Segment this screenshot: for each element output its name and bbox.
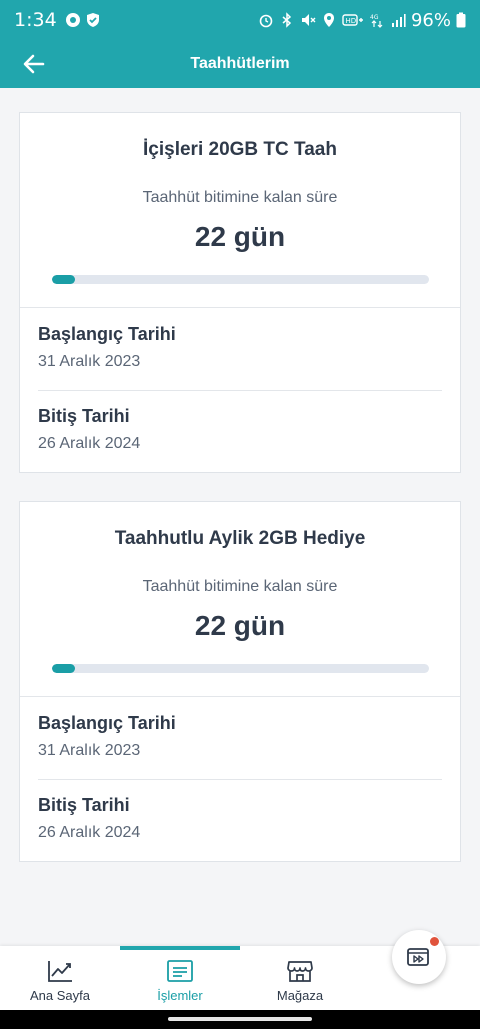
status-time: 1:34 [14, 9, 57, 31]
battery-percent: 96% [410, 9, 451, 31]
store-icon [287, 961, 313, 982]
fast-forward-button[interactable] [392, 930, 446, 984]
start-date-row: Başlangıç Tarihi 31 Aralık 2023 [20, 308, 460, 390]
progress-bar [52, 275, 429, 284]
app-notification-icon [65, 13, 80, 27]
nav-item-ana-sayfa[interactable]: Ana Sayfa [0, 946, 120, 1010]
arrow-left-icon [23, 54, 45, 74]
gesture-bar [0, 1010, 480, 1029]
shield-check-icon [86, 13, 99, 27]
start-date-label: Başlangıç Tarihi [38, 713, 176, 733]
progress-fill [52, 664, 75, 673]
remaining-label: Taahhüt bitimine kalan süre [142, 189, 338, 206]
4g-data-icon: 4G [370, 14, 383, 28]
battery-icon [456, 12, 466, 28]
start-date-value: 31 Aralık 2023 [38, 353, 141, 370]
signal-icon [391, 14, 406, 27]
fast-forward-icon [407, 948, 429, 966]
nav-label: Ana Sayfa [30, 988, 90, 1003]
remaining-label: Taahhüt bitimine kalan süre [142, 578, 338, 595]
end-date-row: Bitiş Tarihi 26 Aralık 2024 [20, 779, 460, 861]
svg-text:4G: 4G [370, 14, 379, 21]
end-date-label: Bitiş Tarihi [38, 795, 130, 815]
commitment-title: İçişleri 20GB TC Taah [143, 139, 337, 160]
nav-label: Mağaza [276, 988, 324, 1003]
fab-container [380, 926, 480, 986]
remaining-days: 22 gün [194, 221, 286, 252]
app-bar: Taahhütlerim [0, 40, 480, 88]
home-indicator[interactable] [168, 1017, 312, 1021]
alarm-icon [259, 14, 273, 28]
nav-item-magaza[interactable]: Mağaza [240, 946, 360, 1010]
start-date-row: Başlangıç Tarihi 31 Aralık 2023 [20, 697, 460, 779]
status-bar: 1:34 HD 4G 96% [0, 0, 480, 40]
nav-label: İşlemler [157, 988, 203, 1003]
end-date-value: 26 Aralık 2024 [38, 824, 141, 841]
location-icon [323, 13, 334, 27]
page-title: Taahhütlerim [190, 55, 290, 72]
svg-text:HD: HD [345, 17, 356, 25]
list-card-icon [167, 960, 193, 982]
start-date-label: Başlangıç Tarihi [38, 324, 176, 344]
chart-line-icon [48, 961, 72, 982]
end-date-value: 26 Aralık 2024 [38, 435, 141, 452]
commitment-title: Taahhutlu Aylik 2GB Hediye [114, 528, 366, 549]
back-button[interactable] [18, 48, 50, 80]
commitment-card: Taahhutlu Aylik 2GB Hediye Taahhüt bitim… [19, 501, 461, 862]
progress-fill [52, 275, 75, 284]
end-date-label: Bitiş Tarihi [38, 406, 130, 426]
bluetooth-icon [282, 12, 292, 28]
commitment-card: İçişleri 20GB TC Taah Taahhüt bitimine k… [19, 112, 461, 473]
mute-icon [301, 14, 316, 26]
start-date-value: 31 Aralık 2023 [38, 742, 141, 759]
remaining-days: 22 gün [194, 610, 286, 641]
progress-bar [52, 664, 429, 673]
nav-item-islemler[interactable]: İşlemler [120, 946, 240, 1010]
notification-dot [430, 937, 439, 946]
end-date-row: Bitiş Tarihi 26 Aralık 2024 [20, 390, 460, 472]
hd-voice-icon: HD [342, 14, 363, 26]
